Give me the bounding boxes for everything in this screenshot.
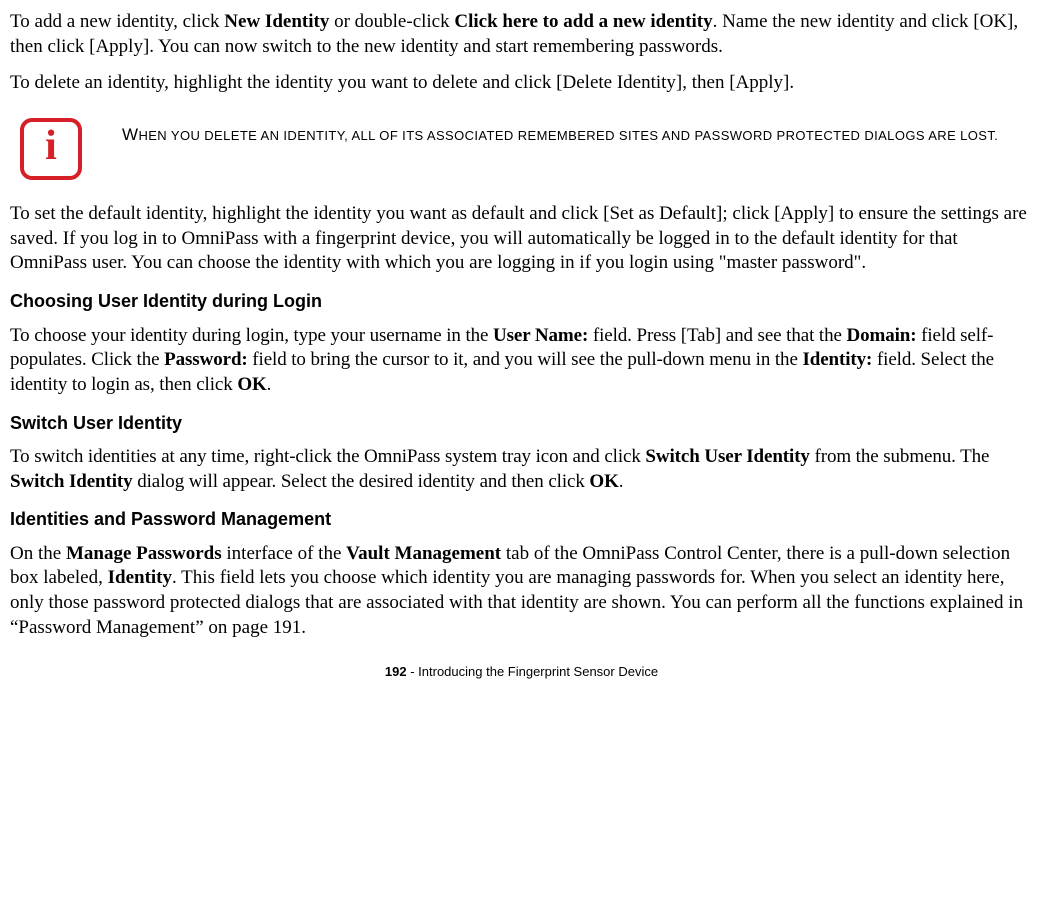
paragraph-manage-passwords: On the Manage Passwords interface of the… xyxy=(10,542,1033,641)
label-new-identity: New Identity xyxy=(224,11,329,32)
text: . xyxy=(619,471,624,492)
text: To delete an identity, highlight the ide… xyxy=(10,72,794,93)
heading-identities-passwords: Identities and Password Management xyxy=(10,508,1033,531)
label-ok: OK xyxy=(237,374,266,395)
paragraph-switch-user: To switch identities at any time, right-… xyxy=(10,445,1033,494)
footer-title: Introducing the Fingerprint Sensor Devic… xyxy=(418,664,658,679)
label-ok-2: OK xyxy=(589,471,618,492)
label-switch-user-identity: Switch User Identity xyxy=(645,446,809,467)
heading-choosing-identity: Choosing User Identity during Login xyxy=(10,290,1033,313)
text: field. Press [Tab] and see that the xyxy=(588,325,846,346)
text: from the submenu. The xyxy=(810,446,990,467)
paragraph-delete-identity: To delete an identity, highlight the ide… xyxy=(10,71,1033,96)
label-password: Password: xyxy=(164,349,248,370)
label-switch-identity: Switch Identity xyxy=(10,471,133,492)
text: To set the default identity, highlight t… xyxy=(10,203,1027,273)
label-identity: Identity: xyxy=(802,349,872,370)
page-number: 192 xyxy=(385,664,407,679)
info-text: WHEN YOU DELETE AN IDENTITY, ALL OF ITS … xyxy=(122,118,998,146)
info-icon: i xyxy=(20,118,82,180)
label-manage-passwords: Manage Passwords xyxy=(66,543,222,564)
label-domain: Domain: xyxy=(846,325,916,346)
label-user-name: User Name: xyxy=(493,325,588,346)
label-identity-2: Identity xyxy=(108,567,172,588)
text: dialog will appear. Select the desired i… xyxy=(133,471,590,492)
text: interface of the xyxy=(222,543,346,564)
text: . xyxy=(267,374,272,395)
info-callout: i WHEN YOU DELETE AN IDENTITY, ALL OF IT… xyxy=(20,118,1033,180)
text: To add a new identity, click xyxy=(10,11,224,32)
footer-sep: - xyxy=(407,664,419,679)
text: To choose your identity during login, ty… xyxy=(10,325,493,346)
text: field to bring the cursor to it, and you… xyxy=(248,349,803,370)
paragraph-add-identity: To add a new identity, click New Identit… xyxy=(10,10,1033,59)
page-footer: 192 - Introducing the Fingerprint Sensor… xyxy=(10,664,1033,681)
heading-switch-user: Switch User Identity xyxy=(10,412,1033,435)
paragraph-choose-identity: To choose your identity during login, ty… xyxy=(10,324,1033,398)
label-click-here: Click here to add a new identity xyxy=(454,11,712,32)
paragraph-default-identity: To set the default identity, highlight t… xyxy=(10,202,1033,276)
text: On the xyxy=(10,543,66,564)
text: To switch identities at any time, right-… xyxy=(10,446,645,467)
text: or double-click xyxy=(329,11,454,32)
label-vault-management: Vault Management xyxy=(346,543,501,564)
